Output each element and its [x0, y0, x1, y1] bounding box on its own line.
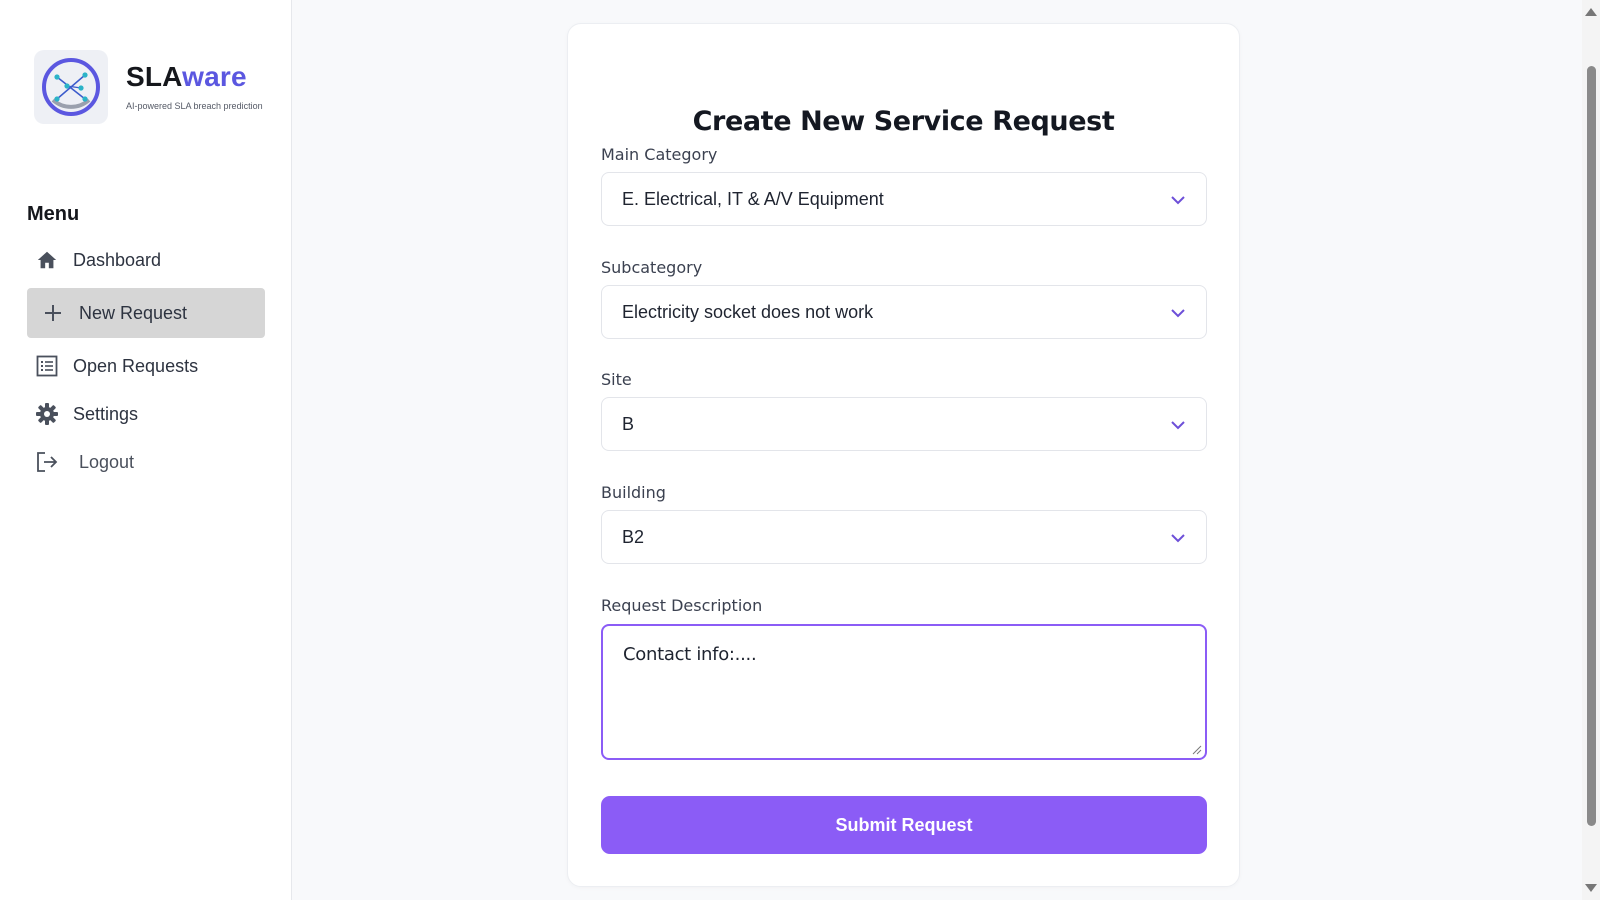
subcategory-label: Subcategory: [601, 258, 703, 277]
sidebar-item-label: New Request: [79, 302, 188, 323]
submit-request-button[interactable]: Submit Request: [601, 796, 1207, 854]
sidebar-item-label: Dashboard: [73, 249, 162, 270]
subcategory-select[interactable]: Electricity socket does not work: [601, 285, 1207, 339]
brand[interactable]: SLAware AI-powered SLA breach prediction: [34, 50, 263, 124]
description-value: Contact info:....: [623, 644, 757, 665]
sidebar-menu: Dashboard New Request Open Requests Sett…: [27, 236, 265, 486]
page-title: Create New Service Request: [692, 106, 1115, 137]
service-request-card: Create New Service Request Main Category…: [567, 23, 1240, 887]
main-category-label: Main Category: [601, 145, 718, 164]
description-textarea[interactable]: Contact info:....: [601, 624, 1207, 760]
sidebar: SLAware AI-powered SLA breach prediction…: [0, 0, 292, 900]
building-select[interactable]: B2: [601, 510, 1207, 564]
sidebar-item-label: Open Requests: [73, 355, 199, 376]
chevron-down-icon: [1171, 196, 1185, 205]
sidebar-item-dashboard[interactable]: Dashboard: [27, 236, 265, 284]
building-value: B2: [622, 526, 645, 547]
logo: [34, 50, 108, 124]
sidebar-item-label: Logout: [79, 451, 135, 472]
chevron-down-icon: [1171, 421, 1185, 430]
subcategory-value: Electricity socket does not work: [622, 301, 874, 322]
main-category-value: E. Electrical, IT & A/V Equipment: [622, 188, 884, 209]
site-label: Site: [601, 370, 632, 389]
chevron-down-icon: [1171, 534, 1185, 543]
sidebar-item-logout[interactable]: Logout: [27, 438, 265, 486]
site-value: B: [622, 413, 635, 434]
sidebar-item-label: Settings: [73, 403, 139, 424]
scroll-thumb[interactable]: [1587, 66, 1596, 826]
scroll-down-arrow-icon[interactable]: [1585, 884, 1597, 892]
brand-tagline: AI-powered SLA breach prediction: [126, 101, 263, 111]
plus-icon: [41, 301, 65, 325]
logout-icon: [35, 450, 59, 474]
menu-title: Menu: [27, 203, 80, 225]
list-icon: [35, 354, 59, 378]
brand-name-part1: SLA: [126, 61, 183, 92]
sidebar-item-settings[interactable]: Settings: [27, 390, 265, 438]
scroll-up-arrow-icon[interactable]: [1585, 8, 1597, 16]
building-label: Building: [601, 483, 666, 502]
description-label: Request Description: [601, 596, 763, 615]
resize-grip-icon[interactable]: [1192, 745, 1202, 755]
brand-name-part2: ware: [182, 61, 247, 92]
vertical-scrollbar[interactable]: [1582, 0, 1600, 900]
main-category-select[interactable]: E. Electrical, IT & A/V Equipment: [601, 172, 1207, 226]
gear-icon: [35, 402, 59, 426]
site-select[interactable]: B: [601, 397, 1207, 451]
logo-icon: [42, 58, 100, 116]
sidebar-item-open-requests[interactable]: Open Requests: [27, 342, 265, 390]
brand-name: SLAware: [126, 63, 263, 91]
app-root: SLAware AI-powered SLA breach prediction…: [0, 0, 1600, 900]
home-icon: [35, 248, 59, 272]
chevron-down-icon: [1171, 309, 1185, 318]
sidebar-item-new-request[interactable]: New Request: [27, 288, 265, 338]
